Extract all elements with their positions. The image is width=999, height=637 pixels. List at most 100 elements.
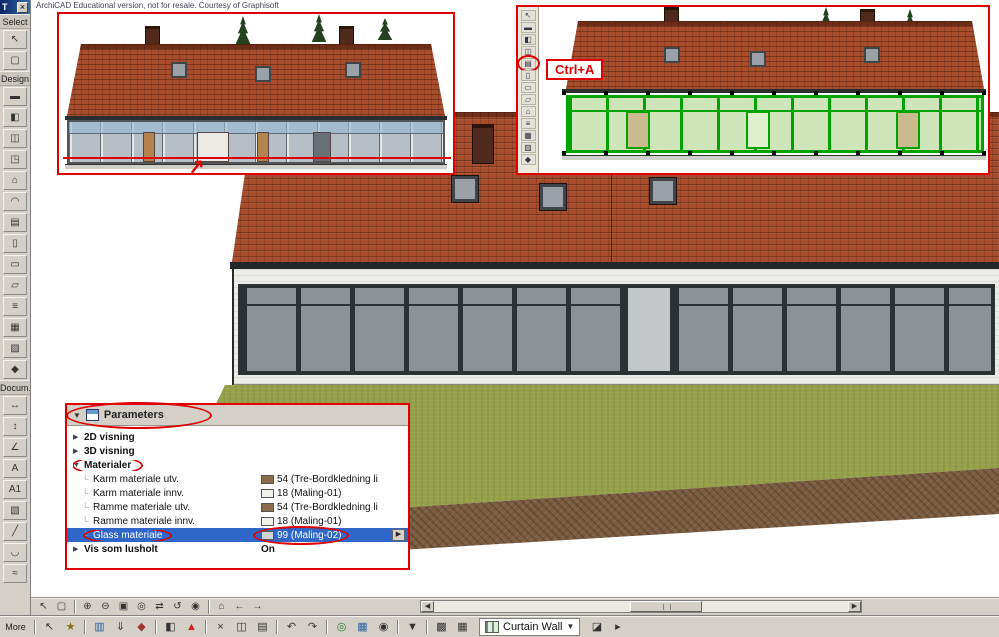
collapse-arrow-icon[interactable]: ▼: [73, 411, 81, 420]
expand-arrow-icon[interactable]: ▶: [73, 447, 84, 455]
paste-icon[interactable]: ▤: [253, 618, 272, 635]
marquee-select-icon[interactable]: ▢: [53, 600, 70, 614]
mini-beam-tool-icon[interactable]: ▭: [520, 82, 536, 93]
mesh-tool-icon[interactable]: ▦: [3, 318, 27, 337]
grid-icon[interactable]: ▦: [453, 618, 472, 635]
door-tool-icon[interactable]: ◧: [3, 108, 27, 127]
quick-options-icon[interactable]: ▸: [608, 618, 627, 635]
scroll-left-button[interactable]: ◀: [421, 601, 434, 612]
element-settings-icon[interactable]: ▩: [432, 618, 451, 635]
angle-dimension-tool-icon[interactable]: ∠: [3, 438, 27, 457]
arc-tool-icon[interactable]: ◡: [3, 543, 27, 562]
home-view-icon[interactable]: ⌂: [213, 600, 230, 614]
dimension-tool-icon[interactable]: ↔: [3, 396, 27, 415]
scrollbar-track[interactable]: [434, 601, 848, 612]
zoom-out-icon[interactable]: ⊖: [97, 600, 114, 614]
label-tool-icon[interactable]: A1: [3, 480, 27, 499]
stair-tool-icon[interactable]: ≡: [3, 297, 27, 316]
value-picker-button[interactable]: ▶: [392, 529, 405, 541]
undo-icon[interactable]: ↶: [282, 618, 301, 635]
param-row-2d-visning[interactable]: ▶ 2D visning: [67, 430, 408, 444]
educational-version-credit: ArchiCAD Educational version, not for re…: [36, 1, 279, 10]
copy-icon[interactable]: ◫: [232, 618, 251, 635]
object-tool-icon[interactable]: ◆: [3, 360, 27, 379]
3d-window-icon[interactable]: ◉: [374, 618, 393, 635]
mini-column-tool-icon[interactable]: ▯: [520, 70, 536, 81]
toolbar-button-glyph: ◆: [137, 620, 146, 633]
tool-glyph: ≡: [525, 119, 531, 128]
gravity-icon[interactable]: ⇓: [111, 618, 130, 635]
mini-wall-tool-icon[interactable]: ▬: [520, 22, 536, 33]
marquee-tool-icon[interactable]: ▢: [3, 51, 27, 70]
fill-tool-icon[interactable]: ▧: [3, 501, 27, 520]
zone-tool-icon[interactable]: ▨: [3, 339, 27, 358]
horizontal-scrollbar[interactable]: ◀ ▶: [420, 600, 862, 613]
favorites-icon[interactable]: ★: [61, 618, 80, 635]
spline-tool-icon[interactable]: ≈: [3, 564, 27, 583]
flag-icon[interactable]: ▲: [182, 618, 201, 635]
fit-in-window-icon[interactable]: ▣: [115, 600, 132, 614]
mini-mesh-tool-icon[interactable]: ▦: [520, 130, 536, 141]
mini-arrow-tool-icon[interactable]: ↖: [520, 10, 536, 21]
selection-arrow-icon[interactable]: ↖: [35, 600, 52, 614]
building-base: [65, 164, 447, 169]
orbit-icon[interactable]: ↺: [169, 600, 186, 614]
roof-tool-icon[interactable]: ⌂: [3, 171, 27, 190]
snap-icon[interactable]: ◆: [132, 618, 151, 635]
mini-slab-tool-icon[interactable]: ▱: [520, 94, 536, 105]
zoom-in-icon[interactable]: ⊕: [79, 600, 96, 614]
drawing-area[interactable]: ArchiCAD Educational version, not for re…: [31, 0, 999, 597]
curtain-wall-tool-icon[interactable]: ▤: [3, 213, 27, 232]
param-row-karm-materiale-utv[interactable]: └ Karm materiale utv. 54 (Tre-Bordkledni…: [67, 472, 408, 486]
zoom-previous-icon[interactable]: ◎: [133, 600, 150, 614]
door-panel: [746, 111, 770, 149]
parameters-panel-header[interactable]: ▼ Parameters: [66, 402, 408, 429]
scroll-right-button[interactable]: ▶: [848, 601, 861, 612]
param-row-ramme-materiale-innv[interactable]: └ Ramme materiale innv. 18 (Maling-01): [67, 514, 408, 528]
info-box-icon[interactable]: ◪: [587, 618, 606, 635]
text-tool-icon[interactable]: A: [3, 459, 27, 478]
redo-icon[interactable]: ↷: [303, 618, 322, 635]
previous-view-icon[interactable]: ←: [231, 600, 248, 614]
line-tool-icon[interactable]: ╱: [3, 522, 27, 541]
teamwork-icon[interactable]: ◎: [332, 618, 351, 635]
column-tool-icon[interactable]: ▯: [3, 234, 27, 253]
window-tool-icon[interactable]: ◫: [3, 129, 27, 148]
mini-curtain-wall-tool-icon[interactable]: ▤: [516, 55, 540, 72]
shell-tool-icon[interactable]: ◠: [3, 192, 27, 211]
roof-skylight: [540, 184, 566, 210]
explore-icon[interactable]: ◉: [187, 600, 204, 614]
expand-arrow-icon[interactable]: ▶: [73, 545, 84, 553]
param-row-3d-visning[interactable]: ▶ 3D visning: [67, 444, 408, 458]
next-view-icon[interactable]: →: [249, 600, 266, 614]
beam-tool-icon[interactable]: ▭: [3, 255, 27, 274]
default-element-selector[interactable]: Curtain Wall ▼: [479, 617, 581, 636]
close-icon[interactable]: ×: [17, 1, 28, 13]
scrollbar-thumb[interactable]: [630, 601, 702, 612]
cut-icon[interactable]: ×: [211, 618, 230, 635]
mini-stair-tool-icon[interactable]: ≡: [520, 118, 536, 129]
groups-icon[interactable]: ◧: [161, 618, 180, 635]
3d-visualization-dropdown-icon[interactable]: ▼: [403, 618, 422, 635]
param-row-vis-som[interactable]: ▶ Vis som lusholt On: [67, 542, 408, 556]
wall-tool-icon[interactable]: ▬: [3, 87, 27, 106]
param-row-materialer[interactable]: ▼ Materialer: [67, 458, 408, 472]
mini-door-tool-icon[interactable]: ◧: [520, 34, 536, 45]
expand-arrow-icon[interactable]: ▶: [73, 433, 84, 441]
arrow-tool-icon[interactable]: ↖: [3, 30, 27, 49]
skylight-tool-icon[interactable]: ◳: [3, 150, 27, 169]
mini-object-tool-icon[interactable]: ◆: [520, 154, 536, 165]
slab-tool-icon[interactable]: ▱: [3, 276, 27, 295]
mini-roof-tool-icon[interactable]: ⌂: [520, 106, 536, 117]
roof-gutter: [230, 262, 999, 269]
mini-zone-tool-icon[interactable]: ▨: [520, 142, 536, 153]
param-row-ramme-materiale-utv[interactable]: └ Ramme materiale utv. 54 (Tre-Bordkledn…: [67, 500, 408, 514]
toolbox-more-button[interactable]: More: [0, 622, 31, 632]
publisher-icon[interactable]: ▦: [353, 618, 372, 635]
level-dimension-tool-icon[interactable]: ↕: [3, 417, 27, 436]
param-row-glass-materiale[interactable]: └ Glass materiale 99 (Maling-02) ▶: [67, 525, 408, 545]
options-icon[interactable]: ↖: [40, 618, 59, 635]
pan-icon[interactable]: ⇄: [151, 600, 168, 614]
layers-icon[interactable]: ▥: [90, 618, 109, 635]
param-row-karm-materiale-innv[interactable]: └ Karm materiale innv. 18 (Maling-01): [67, 486, 408, 500]
